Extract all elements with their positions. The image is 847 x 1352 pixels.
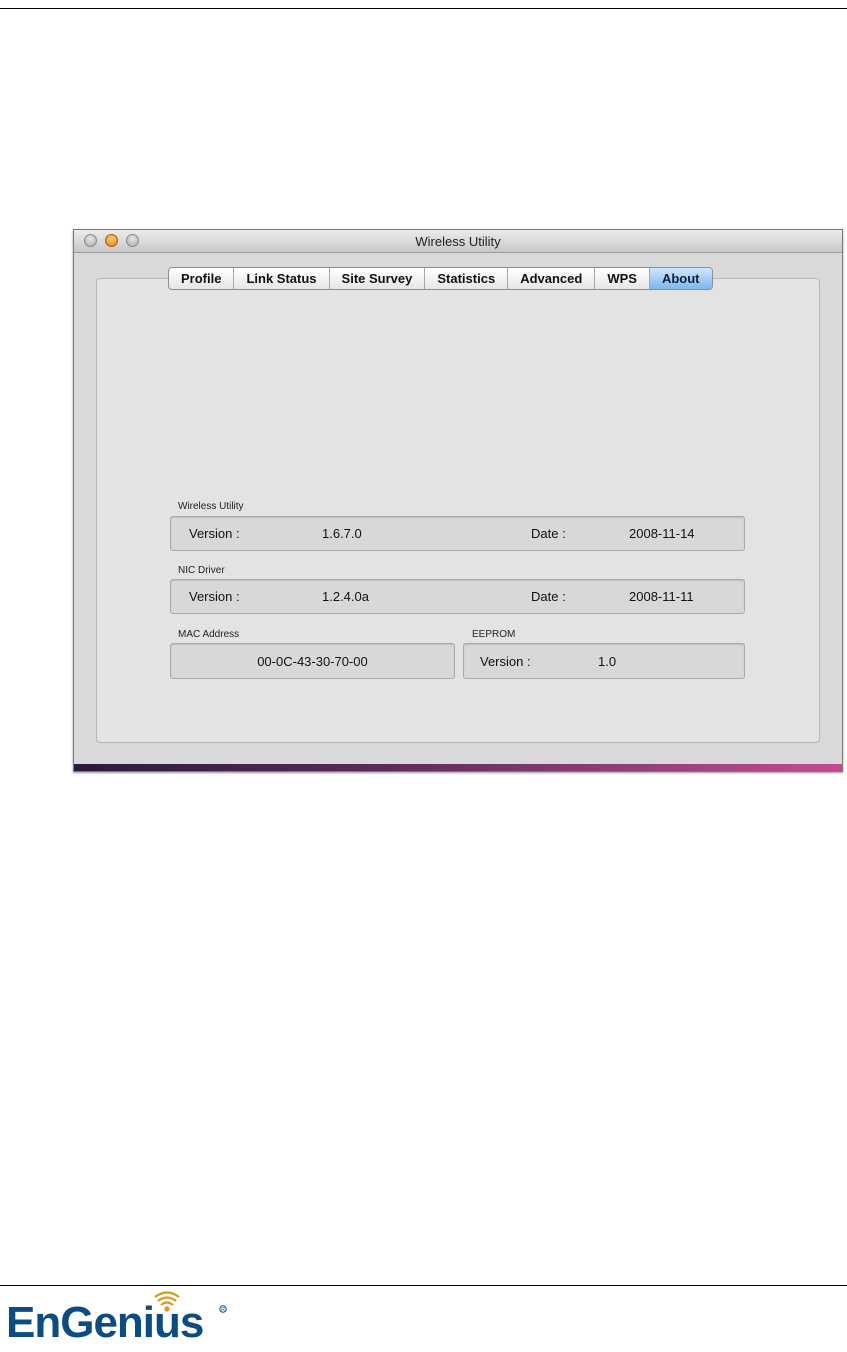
nic-driver-group-label: NIC Driver <box>178 565 225 576</box>
wireless-utility-version-value: 1.6.7.0 <box>322 526 362 541</box>
nic-driver-date-label: Date : <box>531 589 566 604</box>
wireless-utility-version-label: Version : <box>189 526 240 541</box>
tab-statistics[interactable]: Statistics <box>425 268 509 289</box>
tab-advanced[interactable]: Advanced <box>508 268 596 289</box>
nic-driver-version-value: 1.2.4.0a <box>322 589 369 604</box>
nic-driver-date-value: 2008-11-11 <box>629 589 694 604</box>
eeprom-version-value: 1.0 <box>598 654 617 669</box>
eeprom-box: Version : 1.0 <box>463 643 745 679</box>
engenius-logo: EnGenius R <box>2 1285 242 1347</box>
mac-address-value: 00-0C-43-30-70-00 <box>257 654 368 669</box>
nic-driver-version-label: Version : <box>189 589 240 604</box>
eeprom-group-label: EEPROM <box>472 629 516 640</box>
svg-text:EnGenius: EnGenius <box>6 1298 203 1347</box>
tab-site-survey[interactable]: Site Survey <box>330 268 426 289</box>
tab-bar: Profile Link Status Site Survey Statisti… <box>168 267 713 290</box>
window-content: Profile Link Status Site Survey Statisti… <box>74 253 842 766</box>
tab-link-status[interactable]: Link Status <box>234 268 330 289</box>
wireless-utility-group-label: Wireless Utility <box>178 501 244 512</box>
mac-address-box: 00-0C-43-30-70-00 <box>170 643 455 679</box>
page-top-rule <box>0 8 847 9</box>
svg-text:R: R <box>221 1307 225 1313</box>
engenius-logo-graphic: EnGenius R <box>6 1291 227 1347</box>
window-title: Wireless Utility <box>415 234 501 249</box>
nic-driver-box: Version : 1.2.4.0a Date : 2008-11-11 <box>170 579 745 614</box>
wireless-utility-date-label: Date : <box>531 526 566 541</box>
tab-wps[interactable]: WPS <box>595 268 650 289</box>
eeprom-version-label: Version : <box>480 654 531 669</box>
desktop-wallpaper-strip <box>74 764 842 771</box>
wireless-utility-box: Version : 1.6.7.0 Date : 2008-11-14 <box>170 516 745 551</box>
mac-address-group-label: MAC Address <box>178 629 240 640</box>
tab-about[interactable]: About <box>649 268 712 289</box>
tab-profile[interactable]: Profile <box>169 268 235 289</box>
wireless-utility-window: Wireless Utility Profile Link Status Sit… <box>73 229 843 772</box>
title-bar[interactable]: Wireless Utility <box>74 230 842 253</box>
wireless-utility-date-value: 2008-11-14 <box>629 526 695 541</box>
